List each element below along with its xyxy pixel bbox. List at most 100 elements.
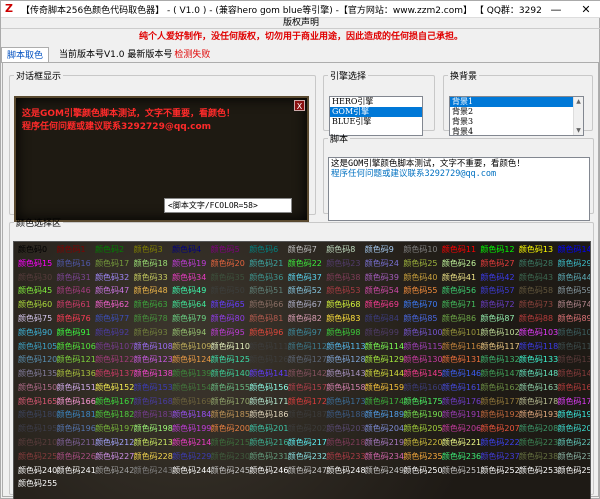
color-code-139[interactable]: 颜色码139 [172, 369, 211, 379]
color-code-74[interactable]: 颜色码74 [557, 300, 590, 310]
engine-option-blue[interactable]: BLUE引擎 [330, 117, 422, 127]
color-code-88[interactable]: 颜色码88 [519, 314, 553, 324]
color-code-59[interactable]: 颜色码59 [557, 286, 590, 296]
color-code-86[interactable]: 颜色码86 [442, 314, 476, 324]
color-code-191[interactable]: 颜色码191 [442, 410, 481, 420]
color-code-213[interactable]: 颜色码213 [134, 438, 173, 448]
color-code-27[interactable]: 颜色码27 [480, 259, 514, 269]
color-code-91[interactable]: 颜色码91 [57, 328, 91, 338]
color-code-69[interactable]: 颜色码69 [365, 300, 399, 310]
tab-script-color[interactable]: 脚本取色 [1, 47, 50, 63]
color-code-199[interactable]: 颜色码199 [172, 424, 211, 434]
color-code-99[interactable]: 颜色码99 [365, 328, 399, 338]
color-code-14[interactable]: 颜色码14 [557, 245, 590, 255]
color-code-67[interactable]: 颜色码67 [288, 300, 322, 310]
color-code-110[interactable]: 颜色码110 [211, 342, 250, 352]
color-code-161[interactable]: 颜色码161 [442, 383, 481, 393]
color-code-85[interactable]: 颜色码85 [403, 314, 437, 324]
color-code-214[interactable]: 颜色码214 [172, 438, 211, 448]
color-code-236[interactable]: 颜色码236 [442, 452, 481, 462]
color-code-194[interactable]: 颜色码194 [557, 410, 590, 420]
color-code-6[interactable]: 颜色码6 [249, 245, 278, 255]
color-code-192[interactable]: 颜色码192 [480, 410, 519, 420]
color-code-29[interactable]: 颜色码29 [557, 259, 590, 269]
color-code-234[interactable]: 颜色码234 [365, 452, 404, 462]
color-code-150[interactable]: 颜色码150 [18, 383, 57, 393]
color-code-47[interactable]: 颜色码47 [95, 286, 129, 296]
color-code-61[interactable]: 颜色码61 [57, 300, 91, 310]
color-code-136[interactable]: 颜色码136 [57, 369, 96, 379]
color-code-239[interactable]: 颜色码239 [557, 452, 590, 462]
color-code-63[interactable]: 颜色码63 [134, 300, 168, 310]
script-text-input[interactable]: <脚本文字/FCOLOR=58> [164, 198, 292, 213]
color-code-128[interactable]: 颜色码128 [326, 355, 365, 365]
color-code-96[interactable]: 颜色码96 [249, 328, 283, 338]
color-code-178[interactable]: 颜色码178 [519, 397, 558, 407]
color-code-17[interactable]: 颜色码17 [95, 259, 129, 269]
color-code-125[interactable]: 颜色码125 [211, 355, 250, 365]
color-code-176[interactable]: 颜色码176 [442, 397, 481, 407]
color-code-163[interactable]: 颜色码163 [519, 383, 558, 393]
color-code-255[interactable]: 颜色码255 [18, 479, 57, 489]
color-code-215[interactable]: 颜色码215 [211, 438, 250, 448]
color-code-222[interactable]: 颜色码222 [480, 438, 519, 448]
color-code-225[interactable]: 颜色码225 [18, 452, 57, 462]
color-code-232[interactable]: 颜色码232 [288, 452, 327, 462]
color-code-49[interactable]: 颜色码49 [172, 286, 206, 296]
color-code-204[interactable]: 颜色码204 [365, 424, 404, 434]
color-code-202[interactable]: 颜色码202 [288, 424, 327, 434]
color-code-237[interactable]: 颜色码237 [480, 452, 519, 462]
color-code-126[interactable]: 颜色码126 [249, 355, 288, 365]
color-code-30[interactable]: 颜色码30 [18, 273, 52, 283]
color-code-4[interactable]: 颜色码4 [172, 245, 201, 255]
color-code-140[interactable]: 颜色码140 [211, 369, 250, 379]
color-code-205[interactable]: 颜色码205 [403, 424, 442, 434]
color-code-71[interactable]: 颜色码71 [442, 300, 476, 310]
color-code-1[interactable]: 颜色码1 [57, 245, 86, 255]
color-code-154[interactable]: 颜色码154 [172, 383, 211, 393]
color-code-253[interactable]: 颜色码253 [519, 466, 558, 476]
color-code-13[interactable]: 颜色码13 [519, 245, 553, 255]
color-code-168[interactable]: 颜色码168 [134, 397, 173, 407]
color-code-56[interactable]: 颜色码56 [442, 286, 476, 296]
color-code-158[interactable]: 颜色码158 [326, 383, 365, 393]
color-code-200[interactable]: 颜色码200 [211, 424, 250, 434]
color-code-208[interactable]: 颜色码208 [519, 424, 558, 434]
color-code-28[interactable]: 颜色码28 [519, 259, 553, 269]
color-code-183[interactable]: 颜色码183 [134, 410, 173, 420]
color-code-107[interactable]: 颜色码107 [95, 342, 134, 352]
color-code-211[interactable]: 颜色码211 [57, 438, 96, 448]
color-code-53[interactable]: 颜色码53 [326, 286, 360, 296]
color-code-15[interactable]: 颜色码15 [18, 259, 52, 269]
color-code-16[interactable]: 颜色码16 [57, 259, 91, 269]
color-code-246[interactable]: 颜色码246 [249, 466, 288, 476]
color-code-252[interactable]: 颜色码252 [480, 466, 519, 476]
color-code-182[interactable]: 颜色码182 [95, 410, 134, 420]
color-code-80[interactable]: 颜色码80 [211, 314, 245, 324]
color-code-241[interactable]: 颜色码241 [57, 466, 96, 476]
color-code-83[interactable]: 颜色码83 [326, 314, 360, 324]
color-code-26[interactable]: 颜色码26 [442, 259, 476, 269]
color-code-111[interactable]: 颜色码111 [249, 342, 288, 352]
color-code-226[interactable]: 颜色码226 [57, 452, 96, 462]
color-code-75[interactable]: 颜色码75 [18, 314, 52, 324]
background-scrollbar[interactable]: ▲ ▼ [573, 97, 583, 135]
color-code-48[interactable]: 颜色码48 [134, 286, 168, 296]
color-code-54[interactable]: 颜色码54 [365, 286, 399, 296]
color-code-238[interactable]: 颜色码238 [519, 452, 558, 462]
background-option-2[interactable]: 背景2 [450, 107, 583, 117]
color-code-42[interactable]: 颜色码42 [480, 273, 514, 283]
color-code-117[interactable]: 颜色码117 [480, 342, 519, 352]
color-code-157[interactable]: 颜色码157 [288, 383, 327, 393]
dialog-close-icon[interactable]: X [294, 100, 305, 111]
color-code-249[interactable]: 颜色码249 [365, 466, 404, 476]
color-code-31[interactable]: 颜色码31 [57, 273, 91, 283]
color-code-223[interactable]: 颜色码223 [519, 438, 558, 448]
color-code-235[interactable]: 颜色码235 [403, 452, 442, 462]
color-code-109[interactable]: 颜色码109 [172, 342, 211, 352]
color-code-36[interactable]: 颜色码36 [249, 273, 283, 283]
title-bar[interactable]: Z 【传奇脚本256色颜色代码取色器】 - ( V1.0 ) - (兼容hero… [1, 1, 600, 18]
color-code-22[interactable]: 颜色码22 [288, 259, 322, 269]
color-code-138[interactable]: 颜色码138 [134, 369, 173, 379]
engine-option-gom[interactable]: GOM引擎 [330, 107, 422, 117]
